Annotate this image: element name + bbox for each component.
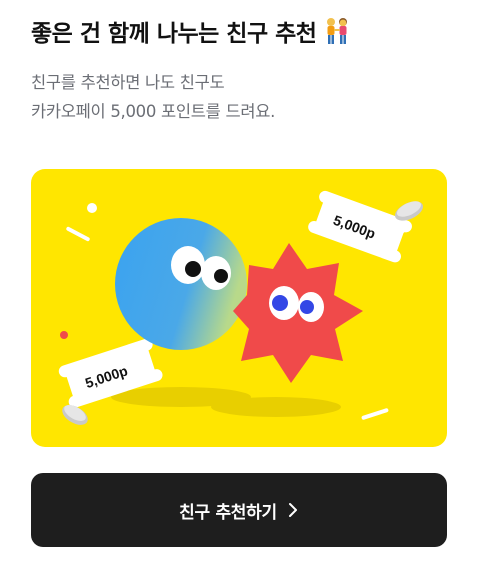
two-people-icon (322, 16, 352, 46)
confetti-dot-red (60, 331, 68, 339)
ticket-top: 5,000p (308, 190, 412, 263)
confetti-dot (87, 203, 97, 213)
subtitle-line-1: 친구를 추천하면 나도 친구도 (31, 73, 225, 92)
recommend-friend-button[interactable]: 친구 추천하기 (31, 473, 447, 547)
page-subtitle: 친구를 추천하면 나도 친구도 카카오페이 5,000 포인트를 드려요. (31, 68, 275, 126)
promo-banner: 5,000p 5,000p (31, 169, 447, 447)
subtitle-line-2: 카카오페이 5,000 포인트를 드려요. (31, 102, 276, 121)
confetti-dash (66, 226, 90, 242)
recommend-friend-label: 친구 추천하기 (179, 502, 277, 523)
confetti-dash (361, 408, 389, 420)
red-character (233, 243, 363, 383)
page-title-text: 좋은 건 함께 나누는 친구 추천 (31, 21, 317, 47)
chevron-right-icon (287, 502, 299, 518)
page-title: 좋은 건 함께 나누는 친구 추천 (31, 14, 352, 48)
banner-illustration: 5,000p 5,000p (58, 190, 424, 425)
